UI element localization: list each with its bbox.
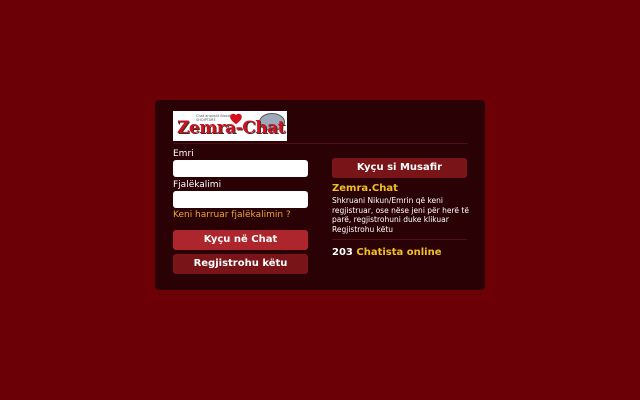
instructions-text: Shkruani Nikun/Emrin që keni regjistruar… [332,196,469,234]
forgot-password-link[interactable]: Keni harruar fjalëkalimin ? [173,210,291,220]
name-input[interactable] [173,160,308,177]
online-count: 203 Chatista online [332,247,441,259]
name-label: Emri [173,149,194,159]
online-number: 203 [332,247,353,258]
register-button[interactable]: Regjistrohu këtu [173,254,308,274]
zemra-chat-logo: Chat anglisht Bisedë SHQIPTARË Zemra-Cha… [173,111,287,141]
password-input[interactable] [173,191,308,208]
divider-middle [332,239,467,240]
password-label: Fjalëkalimi [173,180,222,190]
online-label: Chatista online [356,247,442,258]
brand-name: Zemra.Chat [332,183,398,194]
divider-top [173,143,468,144]
login-button[interactable]: Kyçu në Chat [173,230,308,250]
guest-login-button[interactable]: Kyçu si Musafir [332,158,467,178]
logo-main-text: Zemra-Chat [177,118,286,138]
